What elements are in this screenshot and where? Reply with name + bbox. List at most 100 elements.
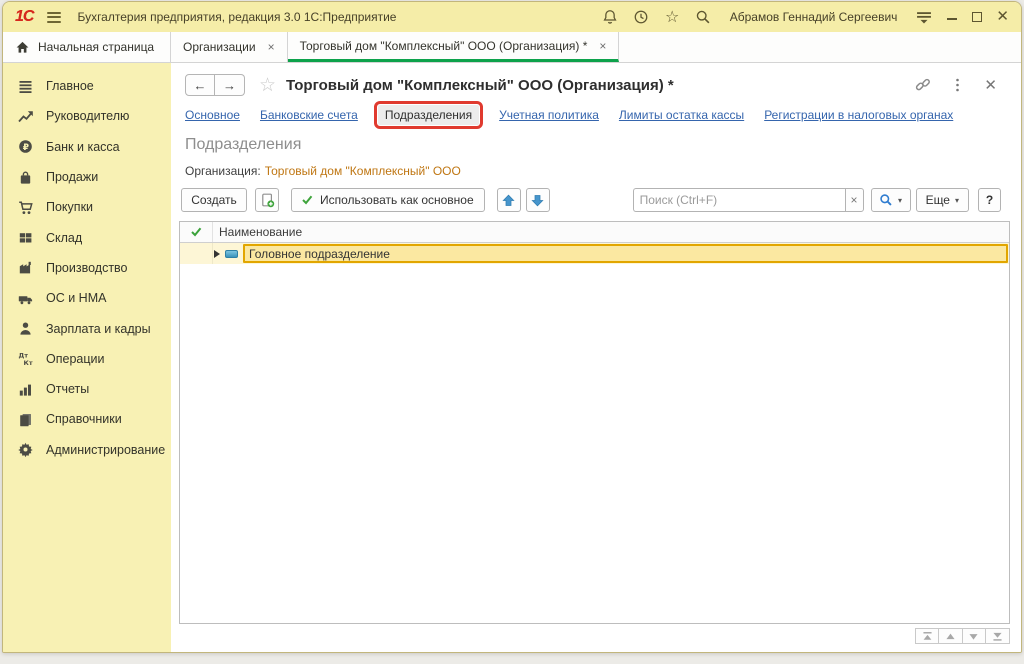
tab-label: Организации	[183, 40, 256, 54]
table-row[interactable]: Головное подразделение	[180, 243, 1009, 264]
sidebar-item-rukovoditelyu[interactable]: Руководителю	[3, 101, 171, 131]
more-button[interactable]: Еще ▾	[916, 188, 969, 212]
go-up-button[interactable]	[939, 628, 963, 644]
form-close-icon[interactable]: ✕	[984, 76, 997, 94]
green-check-icon	[191, 227, 202, 237]
dropdown-caret-icon: ▾	[955, 196, 959, 205]
sidebar-item-label: Склад	[46, 231, 82, 245]
header-check-column[interactable]	[180, 222, 213, 242]
sidebar-item-label: Операции	[46, 352, 104, 366]
dropdown-caret-icon: ▾	[898, 196, 902, 205]
go-down-button[interactable]	[963, 628, 987, 644]
sidebar-item-label: Справочники	[46, 412, 122, 426]
dtkt-icon: ДтКт	[18, 351, 33, 366]
sidebar-item-pokupki[interactable]: Покупки	[3, 192, 171, 222]
up-triangle-icon	[944, 631, 957, 642]
navlink-uchetnaya-politika[interactable]: Учетная политика	[499, 108, 599, 122]
tab-close-icon[interactable]: ×	[268, 40, 275, 54]
back-button[interactable]: ←	[185, 74, 215, 96]
window-close-button[interactable]: ✕	[996, 12, 1009, 22]
sidebar-item-glavnoe[interactable]: Главное	[3, 71, 171, 101]
move-up-button[interactable]	[497, 188, 521, 212]
tab-organization-card[interactable]: Торговый дом "Комплексный" ООО (Организа…	[288, 32, 620, 62]
sidebar-item-proizvodstvo[interactable]: Производство	[3, 253, 171, 283]
navlink-registracii-v-nalogovyh[interactable]: Регистрации в налоговых органах	[764, 108, 953, 122]
navlink-osnovnoe[interactable]: Основное	[185, 108, 240, 122]
grid-icon	[18, 230, 33, 245]
navlink-bankovskie-scheta[interactable]: Банковские счета	[260, 108, 358, 122]
search-clear-icon[interactable]: ×	[845, 188, 864, 212]
sidebar-item-administrirovanie[interactable]: Администрирование	[3, 435, 171, 465]
header-name-column[interactable]: Наименование	[213, 222, 1009, 242]
form-header: ← → ☆ Торговый дом "Комплексный" ООО (Ор…	[171, 63, 1021, 99]
search-input[interactable]	[633, 188, 845, 212]
table-header: Наименование	[180, 222, 1009, 243]
main-menu-icon[interactable]	[47, 12, 61, 23]
tab-home[interactable]: Начальная страница	[3, 32, 171, 62]
sidebar-item-operacii[interactable]: ДтКт Операции	[3, 344, 171, 374]
app-window: 1С Бухгалтерия предприятия, редакция 3.0…	[2, 1, 1022, 653]
sidebar: Главное Руководителю ₽ Банк и касса Прод…	[3, 63, 171, 653]
selected-cell[interactable]: Головное подразделение	[243, 244, 1008, 263]
search-options-button[interactable]: ▾	[871, 188, 911, 212]
forward-button[interactable]: →	[215, 74, 245, 96]
to-bottom-icon	[991, 631, 1004, 642]
history-icon[interactable]	[633, 9, 650, 26]
minimize-button[interactable]	[946, 11, 958, 23]
navlink-podrazdeleniya-active[interactable]: Подразделения	[378, 105, 479, 125]
tab-close-icon[interactable]: ×	[599, 39, 606, 53]
departments-table: Наименование Головное подразделение	[179, 221, 1010, 624]
bag-icon	[18, 170, 33, 185]
sidebar-item-bank-i-kassa[interactable]: ₽ Банк и касса	[3, 132, 171, 162]
search-group: ×	[633, 188, 864, 212]
sidebar-item-zarplata-i-kadry[interactable]: Зарплата и кадры	[3, 313, 171, 343]
main-panel: ← → ☆ Торговый дом "Комплексный" ООО (Ор…	[171, 63, 1021, 653]
go-first-button[interactable]	[915, 628, 939, 644]
svg-text:₽: ₽	[23, 143, 29, 153]
navlink-limity-ostatka-kassy[interactable]: Лимиты остатка кассы	[619, 108, 744, 122]
notifications-bell-icon[interactable]	[602, 9, 619, 26]
move-down-button[interactable]	[526, 188, 550, 212]
sidebar-item-sklad[interactable]: Склад	[3, 222, 171, 252]
tab-bar: Начальная страница Организации × Торговы…	[3, 32, 1021, 63]
sidebar-item-label: Администрирование	[46, 443, 165, 457]
create-group-button[interactable]	[255, 188, 279, 212]
expand-triangle-icon[interactable]	[214, 250, 220, 258]
maximize-button[interactable]	[972, 12, 982, 22]
tab-label: Начальная страница	[38, 40, 154, 54]
blue-arrow-up-icon	[502, 194, 515, 207]
go-last-button[interactable]	[986, 628, 1010, 644]
table-nav-buttons	[171, 628, 1010, 644]
create-button[interactable]: Создать	[181, 188, 247, 212]
department-item-icon	[225, 250, 238, 258]
sidebar-item-os-i-nma[interactable]: ОС и НМА	[3, 283, 171, 313]
service-menu-icon[interactable]	[915, 9, 932, 26]
person-icon	[18, 321, 33, 336]
blue-arrow-down-icon	[531, 194, 544, 207]
cart-icon	[18, 200, 33, 215]
sidebar-item-label: Главное	[46, 79, 94, 93]
favorites-star-icon[interactable]: ☆	[664, 9, 681, 26]
chart-icon	[18, 382, 33, 397]
titlebar: 1С Бухгалтерия предприятия, редакция 3.0…	[3, 2, 1021, 32]
search-magnifier-icon	[879, 193, 893, 207]
form-title: Торговый дом "Комплексный" ООО (Организа…	[286, 77, 674, 94]
sidebar-item-label: Отчеты	[46, 382, 89, 396]
sidebar-item-prodazhi[interactable]: Продажи	[3, 162, 171, 192]
to-top-icon	[921, 631, 934, 642]
favorite-star-icon[interactable]: ☆	[259, 74, 276, 97]
use-as-main-button[interactable]: Использовать как основное	[291, 188, 485, 212]
help-button[interactable]: ?	[978, 188, 1001, 212]
1c-logo-icon: 1С	[15, 8, 33, 26]
sidebar-item-otchety[interactable]: Отчеты	[3, 374, 171, 404]
organization-value-link[interactable]: Торговый дом "Комплексный" ООО	[265, 164, 461, 178]
annotation-highlight-box: Подразделения	[374, 101, 483, 129]
sidebar-item-spravochniki[interactable]: Справочники	[3, 404, 171, 434]
user-name[interactable]: Абрамов Геннадий Сергеевич	[730, 10, 898, 24]
tab-organizations[interactable]: Организации ×	[171, 32, 288, 62]
get-link-icon[interactable]	[914, 77, 931, 94]
home-icon	[15, 40, 30, 55]
more-menu-dots-icon[interactable]	[949, 77, 966, 94]
row-check-cell[interactable]	[180, 243, 213, 264]
global-search-icon[interactable]	[695, 9, 712, 26]
